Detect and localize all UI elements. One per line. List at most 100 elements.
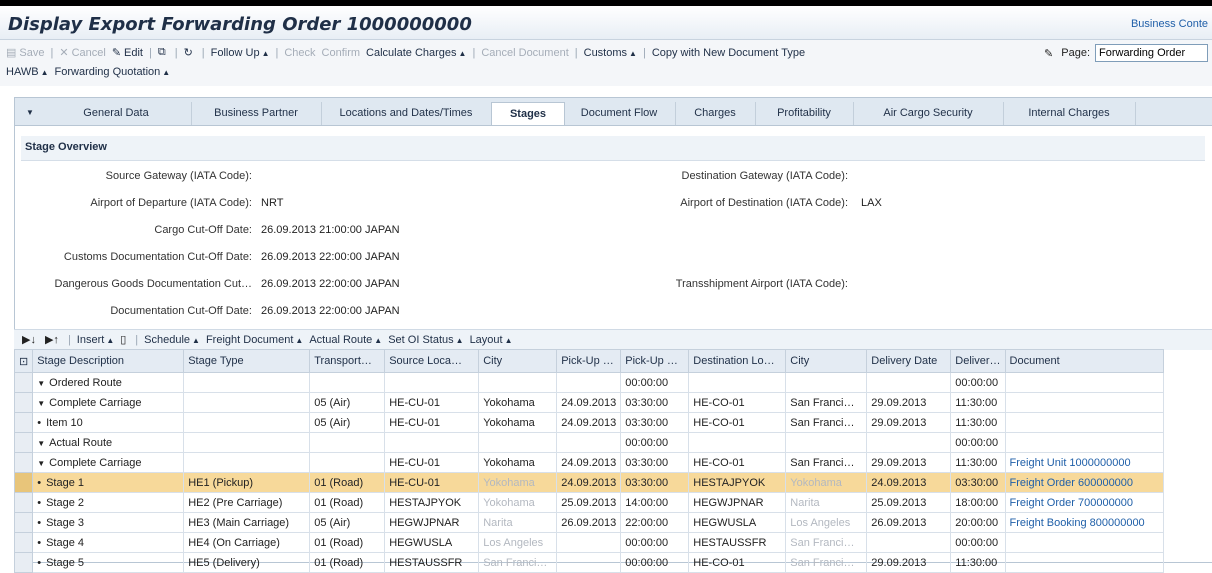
row-selector[interactable] — [13, 432, 34, 453]
cancel-button[interactable]: ✕ Cancel — [59, 46, 105, 59]
tab-document-flow[interactable]: Document Flow — [563, 102, 676, 126]
cancel-document-button[interactable]: Cancel Document — [481, 47, 568, 59]
expand-all-icon[interactable]: ▶↓ — [22, 333, 36, 346]
row-selector[interactable] — [13, 532, 34, 553]
table-cell: San Franci… — [785, 532, 868, 553]
schedule-menu[interactable]: Schedule ▲ — [144, 334, 200, 346]
page-label: Page: — [1061, 47, 1090, 59]
table-cell: 00:00:00 — [950, 432, 1006, 453]
tab-general-data[interactable]: General Data — [41, 102, 192, 126]
column-header[interactable]: City — [478, 349, 558, 373]
row-selector[interactable] — [13, 512, 34, 533]
expand-triangle-icon[interactable]: ▼ — [37, 379, 45, 388]
row-selector[interactable] — [13, 552, 34, 573]
tab-internal-charges[interactable]: Internal Charges — [1003, 102, 1136, 126]
layout-menu[interactable]: Layout ▲ — [470, 334, 513, 346]
table-cell — [866, 372, 952, 393]
copy-icon-button[interactable]: ⧉ — [158, 46, 169, 59]
column-header[interactable]: City — [785, 349, 868, 373]
calculate-charges-button[interactable]: Calculate Charges ▲ — [366, 47, 466, 59]
table-row[interactable]: • Stage 1 HE1 (Pickup) 01 (Road) HE-CU-01 Yok… — [13, 472, 1164, 493]
expand-triangle-icon[interactable]: ▼ — [37, 439, 45, 448]
table-row[interactable]: ▼ Complete Carriage HE-CU-01 Yokohama 24.09.… — [13, 452, 1164, 473]
edit-icon: ✎ — [111, 47, 122, 59]
tab-air-cargo-security[interactable]: Air Cargo Security — [853, 102, 1004, 126]
set-oi-status-menu[interactable]: Set OI Status ▲ — [388, 334, 463, 346]
row-selector[interactable] — [13, 412, 34, 433]
table-row[interactable]: ▼ Ordered Route 00:00:00 00:00:00 — [13, 372, 1164, 393]
collapse-all-icon[interactable]: ▶↑ — [45, 333, 59, 346]
table-row[interactable]: ▼ Complete Carriage 05 (Air) HE-CU-01 Yokoha… — [13, 392, 1164, 413]
row-selector[interactable] — [13, 452, 34, 473]
column-header[interactable]: Stage Type — [183, 349, 311, 373]
delete-icon[interactable]: ▯ — [120, 333, 126, 346]
table-row[interactable]: • Stage 2 HE2 (Pre Carriage) 01 (Road) HESTA… — [13, 492, 1164, 513]
tab-business-partner[interactable]: Business Partner — [191, 102, 322, 126]
field-label: Cargo Cut-Off Date: — [154, 224, 252, 236]
expand-triangle-icon[interactable]: ▼ — [37, 459, 45, 468]
tab-charges[interactable]: Charges — [675, 102, 756, 126]
table-row[interactable]: • Stage 5 HE5 (Delivery) 01 (Road) HESTAUSSF… — [13, 552, 1164, 573]
table-cell: HE-CU-01 — [384, 392, 480, 413]
table-cell: HE-CO-01 — [688, 412, 787, 433]
row-selector[interactable] — [13, 472, 34, 493]
expand-triangle-icon[interactable]: ▼ — [37, 399, 45, 408]
table-cell: 18:00:00 — [950, 492, 1006, 513]
copy-with-new-document-type-button[interactable]: Copy with New Document Type — [652, 47, 805, 59]
table-cell: 03:30:00 — [620, 392, 690, 413]
refresh-icon-button[interactable]: ↻ — [184, 46, 196, 59]
save-button[interactable]: ▤ Save — [6, 46, 44, 59]
follow-up-button[interactable]: Follow Up ▲ — [211, 47, 270, 59]
confirm-button[interactable]: Confirm — [322, 47, 361, 59]
column-header[interactable]: Deliver… — [950, 349, 1006, 373]
business-context-link[interactable]: Business Conte — [1131, 18, 1208, 30]
row-selector[interactable] — [13, 492, 34, 513]
column-header[interactable]: Destination Lo… — [688, 349, 787, 373]
copy-icon: ⧉ — [157, 46, 166, 58]
table-row[interactable]: • Item 10 05 (Air) HE-CU-01 Yokohama 24.09.20… — [13, 412, 1164, 433]
tab-menu-icon[interactable]: ▼ — [19, 102, 41, 124]
freight-document-menu[interactable]: Freight Document ▲ — [206, 334, 303, 346]
hawb-button[interactable]: HAWB ▲ — [6, 66, 49, 78]
column-header[interactable]: Pick-Up … — [556, 349, 622, 373]
forwarding-quotation-button[interactable]: Forwarding Quotation ▲ — [55, 66, 171, 78]
column-header[interactable]: Stage Description — [32, 349, 185, 373]
actual-route-menu[interactable]: Actual Route ▲ — [309, 334, 382, 346]
column-header[interactable]: Transport… — [309, 349, 386, 373]
tab-profitability[interactable]: Profitability — [755, 102, 854, 126]
select-all-icon[interactable]: ⊡ — [13, 349, 34, 373]
bullet-icon: • — [37, 516, 42, 529]
row-selector[interactable] — [13, 392, 34, 413]
toolbar-separator: | — [149, 46, 152, 59]
table-cell: HE-CO-01 — [688, 392, 787, 413]
insert-menu[interactable]: Insert ▲ — [77, 334, 114, 346]
table-cell: 26.09.2013 — [866, 512, 952, 533]
table-cell: 01 (Road) — [309, 472, 386, 493]
table-row[interactable]: ▼ Actual Route 00:00:00 00:00:00 — [13, 432, 1164, 453]
table-cell: 01 (Road) — [309, 492, 386, 513]
page-input[interactable] — [1095, 44, 1208, 62]
tab-locations-and-dates-times[interactable]: Locations and Dates/Times — [321, 102, 492, 126]
document-link[interactable]: Freight Unit 1000000000 — [1004, 452, 1164, 473]
column-header[interactable]: Source Loca… — [384, 349, 480, 373]
column-header[interactable]: Document — [1004, 349, 1164, 373]
check-button[interactable]: Check — [284, 47, 315, 59]
dropdown-arrow-icon: ▲ — [261, 48, 270, 58]
document-link[interactable]: Freight Order 600000000 — [1004, 472, 1164, 493]
column-header[interactable]: Delivery Date — [866, 349, 952, 373]
table-cell: Los Angeles — [478, 532, 558, 553]
document-link[interactable]: Freight Booking 800000000 — [1004, 512, 1164, 533]
personalize-icon[interactable]: ✎ — [1044, 47, 1053, 60]
toolbar-row-1: ▤ Save | ✕ Cancel ✎ Edit | ⧉ | ↻ | Follow Up ▲ | Check C… — [6, 46, 805, 59]
table-cell: 03:30:00 — [620, 452, 690, 473]
document-link[interactable]: Freight Order 700000000 — [1004, 492, 1164, 513]
column-header[interactable]: Pick-Up … — [620, 349, 690, 373]
table-row[interactable]: • Stage 3 HE3 (Main Carriage) 05 (Air) HEGWJ… — [13, 512, 1164, 533]
edit-button[interactable]: ✎ Edit — [112, 46, 143, 59]
table-cell: 00:00:00 — [620, 552, 690, 573]
customs-button[interactable]: Customs ▲ — [584, 47, 637, 59]
bullet-icon: • — [37, 416, 42, 429]
table-row[interactable]: • Stage 4 HE4 (On Carriage) 01 (Road) HEGWUS… — [13, 532, 1164, 553]
table-cell: 00:00:00 — [620, 432, 690, 453]
row-selector[interactable] — [13, 372, 34, 393]
